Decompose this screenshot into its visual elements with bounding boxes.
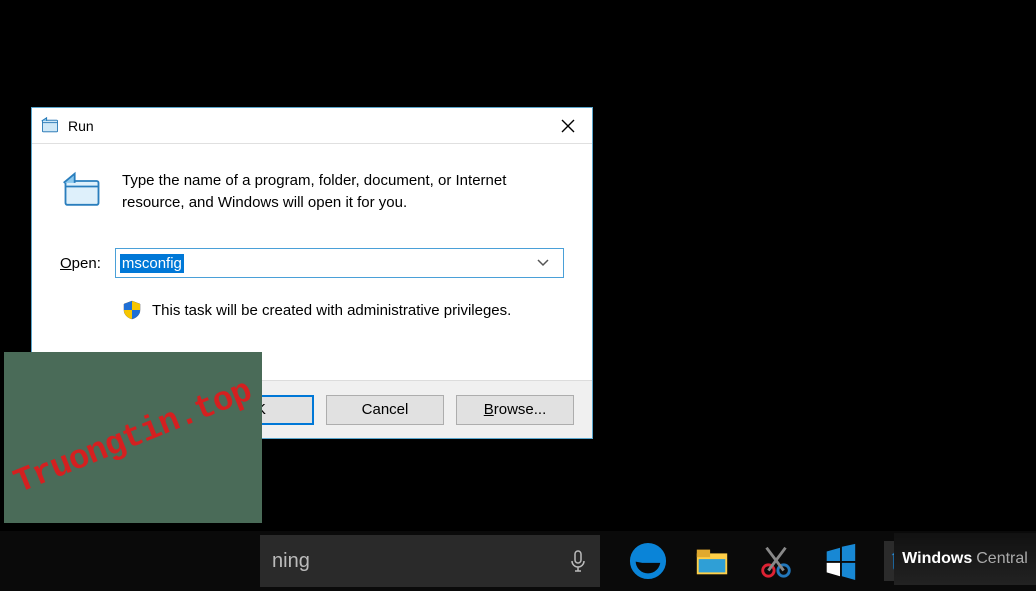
browse-button[interactable]: Browse... xyxy=(456,395,574,425)
close-icon xyxy=(561,119,575,133)
uac-shield-icon xyxy=(122,300,142,320)
chevron-down-icon[interactable] xyxy=(537,259,559,267)
dialog-body: Type the name of a program, folder, docu… xyxy=(32,144,592,320)
admin-privileges-text: This task will be created with administr… xyxy=(152,302,511,319)
run-icon xyxy=(40,116,60,136)
titlebar: Run xyxy=(32,108,592,144)
open-input-value: msconfig xyxy=(120,254,184,273)
windows-central-watermark: WindowsCentral xyxy=(894,533,1036,585)
run-icon-large xyxy=(60,170,104,214)
taskbar: ning xyxy=(0,531,1036,591)
edge-icon[interactable] xyxy=(628,541,668,581)
dialog-title: Run xyxy=(68,118,544,134)
close-button[interactable] xyxy=(544,108,592,144)
search-text-fragment: ning xyxy=(272,550,568,573)
taskbar-icons xyxy=(628,541,924,581)
snipping-tool-icon[interactable] xyxy=(756,541,796,581)
microphone-icon[interactable] xyxy=(568,549,588,573)
watermark-text: Truongtin.top xyxy=(9,373,257,503)
taskbar-search[interactable]: ning xyxy=(260,535,600,587)
open-label: Open: xyxy=(60,255,101,272)
app-icon[interactable] xyxy=(820,541,860,581)
open-combobox[interactable]: msconfig xyxy=(115,248,564,278)
watermark-overlay: Truongtin.top xyxy=(4,352,262,523)
dialog-description: Type the name of a program, folder, docu… xyxy=(122,170,564,214)
file-explorer-icon[interactable] xyxy=(692,541,732,581)
cancel-button[interactable]: Cancel xyxy=(326,395,444,425)
